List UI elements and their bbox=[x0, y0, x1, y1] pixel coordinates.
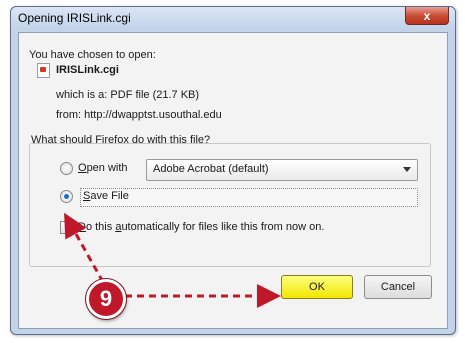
step-number-badge: 9 bbox=[86, 279, 126, 319]
arrow-to-save-file bbox=[64, 212, 105, 283]
annotation-arrows bbox=[64, 212, 281, 308]
